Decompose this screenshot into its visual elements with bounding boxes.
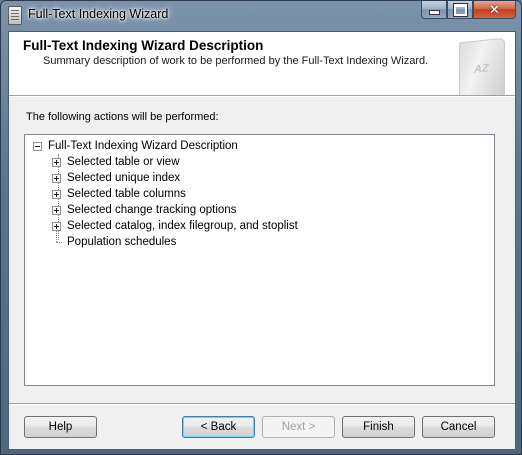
app-document-icon	[8, 6, 22, 25]
close-icon: ✕	[489, 1, 500, 17]
minimize-button[interactable]	[421, 1, 447, 19]
tree-item-label: Selected table or view	[67, 156, 180, 168]
title-bar[interactable]: Full-Text Indexing Wizard ✕	[1, 1, 521, 31]
tree-item-unique-index[interactable]: Selected unique index	[52, 170, 180, 186]
tree-item-table-columns[interactable]: Selected table columns	[52, 186, 186, 202]
tree-item-label: Selected table columns	[67, 188, 186, 200]
wizard-header: Full-Text Indexing Wizard Description Su…	[9, 32, 515, 96]
wizard-content: Full-Text Indexing Wizard Description Su…	[8, 31, 516, 450]
maximize-icon	[453, 3, 467, 16]
tree-root-label: Full-Text Indexing Wizard Description	[48, 140, 238, 152]
back-button[interactable]: < Back	[182, 416, 255, 438]
help-button[interactable]: Help	[24, 416, 97, 438]
tree-item-change-tracking[interactable]: Selected change tracking options	[52, 202, 236, 218]
collapse-icon[interactable]	[33, 141, 42, 151]
maximize-button[interactable]	[447, 1, 473, 19]
wizard-window: Full-Text Indexing Wizard ✕ Full-Text In…	[0, 0, 522, 455]
book-az-icon: AZ	[459, 37, 505, 95]
caption-buttons: ✕	[421, 1, 516, 19]
window-title: Full-Text Indexing Wizard	[28, 7, 169, 21]
next-button[interactable]: Next >	[262, 416, 335, 438]
cancel-button[interactable]: Cancel	[422, 416, 495, 438]
minimize-icon	[428, 10, 440, 15]
close-button[interactable]: ✕	[473, 1, 516, 19]
tree-item-label: Selected unique index	[67, 172, 181, 184]
expand-icon[interactable]	[52, 173, 61, 183]
tree-connector	[52, 229, 62, 247]
tree-item-label: Selected change tracking options	[67, 204, 237, 216]
tree-item-table-or-view[interactable]: Selected table or view	[52, 154, 180, 170]
actions-tree-view[interactable]: Full-Text Indexing Wizard Description Se…	[24, 134, 495, 386]
tree-item-catalog-filegroup-stoplist[interactable]: Selected catalog, index filegroup, and s…	[52, 218, 298, 234]
page-subtitle: Summary description of work to be perfor…	[43, 55, 429, 67]
page-title: Full-Text Indexing Wizard Description	[23, 38, 264, 53]
expand-icon[interactable]	[52, 157, 61, 167]
tree-root-node[interactable]: Full-Text Indexing Wizard Description	[33, 138, 238, 154]
tree-item-population-schedules[interactable]: Population schedules	[52, 229, 177, 250]
tree-item-label: Population schedules	[67, 236, 177, 248]
finish-button[interactable]: Finish	[342, 416, 415, 438]
actions-label: The following actions will be performed:	[26, 111, 219, 123]
expand-icon[interactable]	[52, 189, 61, 199]
expand-icon[interactable]	[52, 205, 61, 215]
tree-item-label: Selected catalog, index filegroup, and s…	[67, 220, 298, 232]
